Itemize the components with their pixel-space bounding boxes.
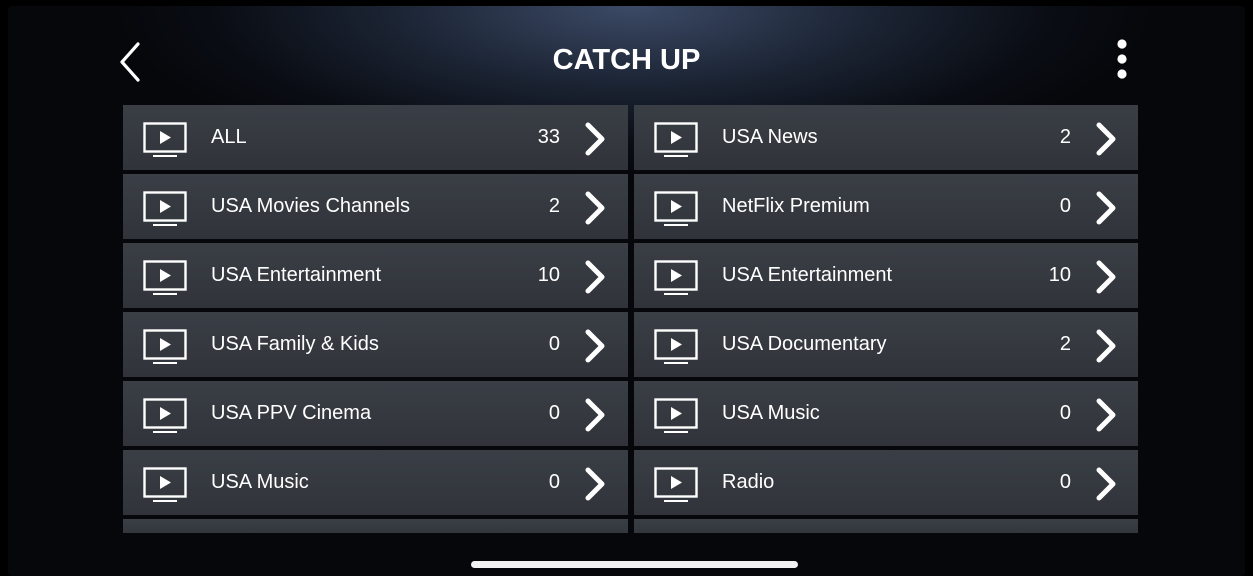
tv-play-icon — [143, 122, 187, 158]
category-label: USA Family & Kids — [211, 333, 379, 355]
category-label: USA Entertainment — [211, 264, 382, 286]
tv-play-icon — [654, 191, 698, 227]
chevron-right-icon — [1093, 328, 1119, 364]
tv-play-icon — [143, 398, 187, 434]
chevron-right-icon — [1093, 121, 1119, 157]
category-count: 0 — [548, 402, 560, 424]
tv-play-icon — [143, 260, 187, 296]
chevron-right-icon — [582, 466, 608, 502]
category-label: ALL — [211, 126, 247, 148]
category-row[interactable]: USA Entertainment 10 — [634, 243, 1138, 308]
category-count: 0 — [548, 333, 560, 355]
chevron-right-icon — [582, 121, 608, 157]
category-count: 2 — [1059, 333, 1071, 355]
chevron-right-icon — [1093, 466, 1119, 502]
category-row[interactable]: Radio 0 — [634, 450, 1138, 515]
category-row[interactable]: USA News 2 — [634, 105, 1138, 170]
chevron-right-icon — [582, 328, 608, 364]
category-grid: ALL 33 USA Movies Channels 2 USA Entertainme… — [123, 105, 1138, 533]
chevron-right-icon — [582, 397, 608, 433]
category-column-left: ALL 33 USA Movies Channels 2 USA Entertainme… — [123, 105, 628, 533]
category-label: USA Entertainment — [722, 264, 893, 286]
chevron-right-icon — [582, 259, 608, 295]
category-label: USA Music — [722, 402, 820, 424]
category-row[interactable]: USA Music 0 — [634, 381, 1138, 446]
category-row[interactable]: USA Family & Kids 0 — [123, 312, 628, 377]
tv-play-icon — [654, 122, 698, 158]
category-label: USA News — [722, 126, 818, 148]
category-label: USA Documentary — [722, 333, 887, 355]
catch-up-screen: CATCH UP ALL 33 USA Movies Channels 2 USA En… — [8, 6, 1245, 576]
category-row[interactable]: USA Documentary 2 — [634, 312, 1138, 377]
more-vertical-icon — [1117, 39, 1127, 79]
chevron-right-icon — [1093, 397, 1119, 433]
page-title: CATCH UP — [552, 44, 701, 76]
tv-play-icon — [654, 467, 698, 503]
category-row[interactable]: USA Music 0 — [123, 450, 628, 515]
category-label: USA Movies Channels — [211, 195, 410, 217]
category-count: 10 — [537, 264, 560, 286]
category-label: NetFlix Premium — [722, 195, 870, 217]
chevron-right-icon — [1093, 190, 1119, 226]
category-count: 0 — [1059, 471, 1071, 493]
category-label: USA PPV Cinema — [211, 402, 372, 424]
category-count: 0 — [1059, 402, 1071, 424]
category-count: 10 — [1048, 264, 1071, 286]
chevron-right-icon — [582, 190, 608, 226]
category-row[interactable]: USA Movies Channels 2 — [123, 174, 628, 239]
category-row[interactable]: USA Entertainment 10 — [123, 243, 628, 308]
category-count: 0 — [548, 471, 560, 493]
chevron-right-icon — [1093, 259, 1119, 295]
more-options-button[interactable] — [1108, 38, 1136, 86]
tv-play-icon — [143, 329, 187, 365]
tv-play-icon — [143, 191, 187, 227]
category-row[interactable]: NetFlix Premium 0 — [634, 174, 1138, 239]
category-count: 33 — [537, 126, 560, 148]
tv-play-icon — [654, 329, 698, 365]
category-count: 0 — [1059, 195, 1071, 217]
category-label: USA Music — [211, 471, 309, 493]
tv-play-icon — [654, 398, 698, 434]
tv-play-icon — [143, 467, 187, 503]
category-row-partial[interactable] — [634, 519, 1138, 533]
tv-play-icon — [654, 260, 698, 296]
category-count: 2 — [1059, 126, 1071, 148]
category-count: 2 — [548, 195, 560, 217]
category-row[interactable]: ALL 33 — [123, 105, 628, 170]
home-indicator[interactable] — [471, 561, 798, 568]
category-row-partial[interactable] — [123, 519, 628, 533]
category-column-right: USA News 2 NetFlix Premium 0 USA Entertainme… — [634, 105, 1138, 533]
category-row[interactable]: USA PPV Cinema 0 — [123, 381, 628, 446]
category-label: Radio — [722, 471, 775, 493]
